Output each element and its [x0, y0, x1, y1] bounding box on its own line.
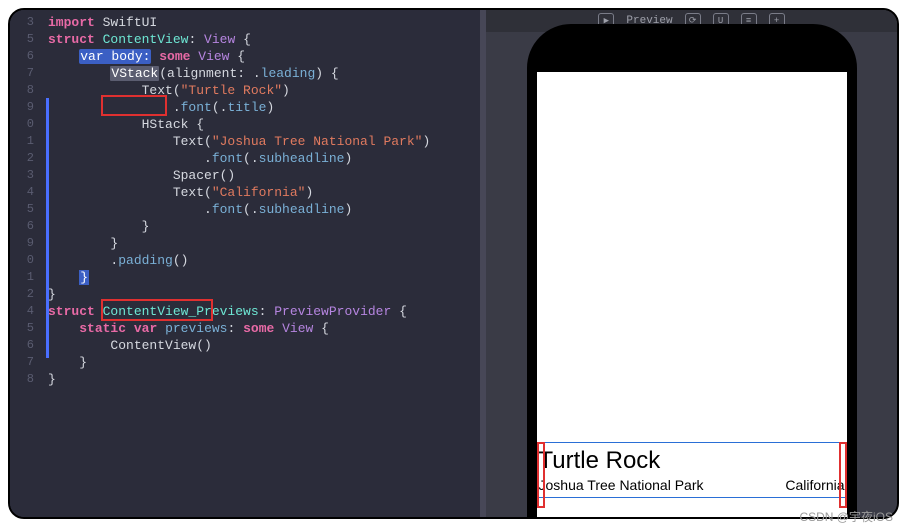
highlight-padding-right: [839, 442, 847, 508]
device-frame: Turtle Rock Joshua Tree National Park Ca…: [527, 24, 857, 519]
device-notch: [627, 34, 757, 56]
highlight-padding-left: [537, 442, 545, 508]
window: 3567890123456901245678 import SwiftUIstr…: [8, 8, 899, 519]
watermark: CSDN @宇夜iOS: [799, 508, 893, 525]
preview-pane: ▶ Preview ⟳ U ≡ + Turtle Rock Joshua Tre…: [486, 10, 897, 517]
code-editor-pane: 3567890123456901245678 import SwiftUIstr…: [10, 10, 480, 517]
title-text: Turtle Rock: [539, 447, 845, 475]
line-number-gutter: 3567890123456901245678: [10, 10, 40, 517]
device-screen: Turtle Rock Joshua Tree National Park Ca…: [537, 72, 847, 519]
subtitle-row: Joshua Tree National Park California: [539, 477, 845, 493]
code-area[interactable]: import SwiftUIstruct ContentView: View {…: [40, 10, 480, 517]
location-text: Joshua Tree National Park: [539, 477, 704, 493]
state-text: California: [785, 477, 844, 493]
content-view: Turtle Rock Joshua Tree National Park Ca…: [537, 442, 847, 498]
